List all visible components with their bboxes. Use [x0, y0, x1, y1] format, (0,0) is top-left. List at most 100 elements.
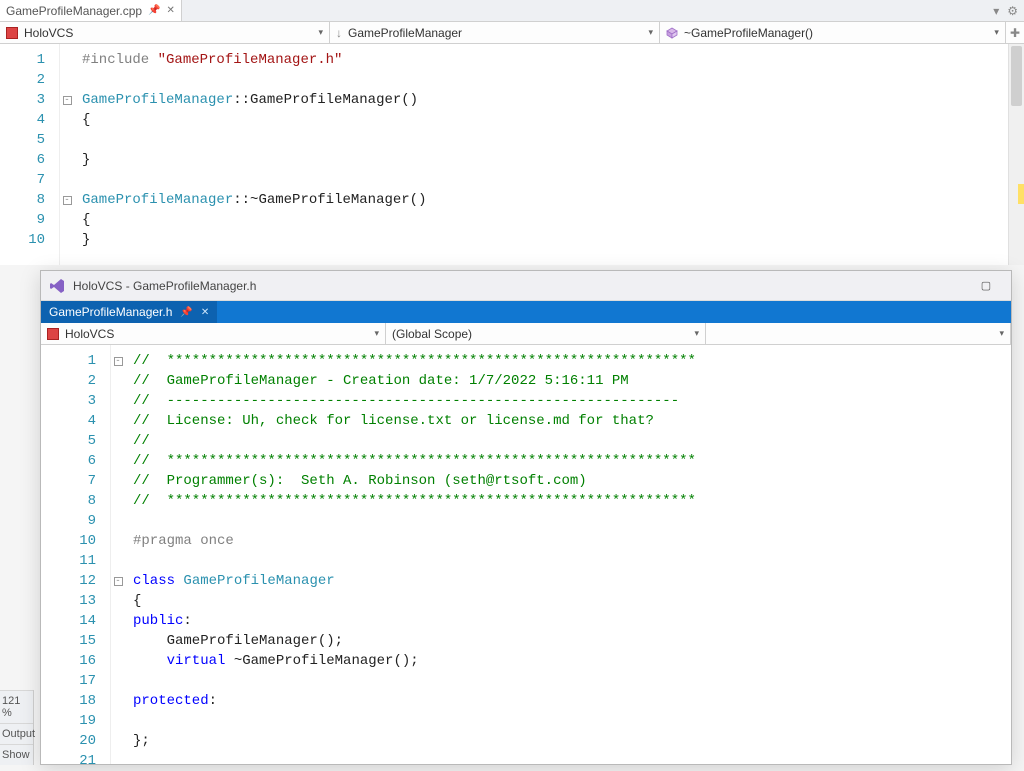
split-icon[interactable]: ✚ [1006, 26, 1024, 40]
nav-project-label: HoloVCS [65, 327, 114, 341]
nav-member-combo[interactable]: ~GameProfileManager() ▾ [660, 22, 1006, 43]
line-number: 2 [0, 70, 59, 90]
line-number: 21 [41, 751, 110, 771]
chevron-down-icon: ▾ [999, 328, 1004, 339]
line-number: 10 [41, 531, 110, 551]
editor-pane-cpp: GameProfileManager.cpp 📌 ✕ ▾ ⚙ HoloVCS ▾… [0, 0, 1024, 265]
output-tab[interactable]: Output [0, 723, 33, 744]
title-bar[interactable]: HoloVCS - GameProfileManager.h ▢ [41, 271, 1011, 301]
line-number: 15 [41, 631, 110, 651]
code-line[interactable] [133, 671, 1011, 691]
code-line[interactable]: }; [133, 731, 1011, 751]
tab-label: GameProfileManager.h [49, 305, 172, 319]
code-lines[interactable]: #include "GameProfileManager.h" GameProfi… [74, 44, 1008, 265]
pin-icon[interactable]: 📌 [180, 307, 192, 318]
collapse-toggle-icon[interactable]: - [114, 577, 123, 586]
line-number: 17 [41, 671, 110, 691]
code-line[interactable]: protected: [133, 691, 1011, 711]
project-icon [47, 328, 59, 340]
code-line[interactable]: virtual ~GameProfileManager(); [133, 651, 1011, 671]
line-number: 13 [41, 591, 110, 611]
line-number: 4 [0, 110, 59, 130]
chevron-down-icon: ▾ [318, 27, 323, 38]
code-line[interactable]: class GameProfileManager [133, 571, 1011, 591]
code-line[interactable]: { [133, 591, 1011, 611]
vertical-scrollbar[interactable] [1008, 44, 1024, 265]
code-line[interactable]: { [82, 110, 1008, 130]
chevron-down-icon: ▾ [694, 328, 699, 339]
nav-project-combo[interactable]: HoloVCS ▾ [41, 323, 386, 344]
line-number: 6 [41, 451, 110, 471]
line-number: 7 [41, 471, 110, 491]
line-number: 14 [41, 611, 110, 631]
code-line[interactable]: // *************************************… [133, 491, 1011, 511]
nav-member-label: ~GameProfileManager() [684, 26, 813, 40]
code-line[interactable]: // -------------------------------------… [133, 391, 1011, 411]
line-number: 18 [41, 691, 110, 711]
show-tab[interactable]: Show [0, 744, 33, 765]
collapse-toggle-icon[interactable]: - [63, 196, 72, 205]
code-line[interactable]: // [133, 431, 1011, 451]
line-number: 5 [0, 130, 59, 150]
outline-margin[interactable]: -- [111, 345, 125, 764]
nav-class-label: GameProfileManager [348, 26, 462, 40]
line-number: 8 [41, 491, 110, 511]
line-number: 1 [41, 351, 110, 371]
code-line[interactable]: } [82, 230, 1008, 250]
line-number: 1 [0, 50, 59, 70]
code-body-header: 123456789101112131415161718192021 -- // … [41, 345, 1011, 764]
line-number: 3 [41, 391, 110, 411]
bottom-side-panel: 121 % Output Show [0, 690, 34, 765]
line-number: 9 [41, 511, 110, 531]
code-line[interactable]: public: [133, 611, 1011, 631]
code-line[interactable] [133, 751, 1011, 771]
code-line[interactable] [133, 711, 1011, 731]
cube-icon [666, 27, 678, 39]
dropdown-icon[interactable]: ▾ [993, 4, 999, 18]
code-line[interactable] [133, 551, 1011, 571]
outline-margin[interactable]: -- [60, 44, 74, 265]
code-line[interactable]: // *************************************… [133, 351, 1011, 371]
code-line[interactable] [82, 70, 1008, 90]
code-line[interactable]: // License: Uh, check for license.txt or… [133, 411, 1011, 431]
close-icon[interactable]: ✕ [201, 307, 209, 318]
nav-class-combo[interactable]: ↓ GameProfileManager ▾ [330, 22, 660, 43]
tab-header[interactable]: GameProfileManager.h 📌 ✕ [41, 301, 217, 323]
change-marker [1018, 184, 1024, 204]
nav-member-combo-empty[interactable]: ▾ [706, 323, 1011, 344]
code-lines[interactable]: // *************************************… [125, 345, 1011, 764]
maximize-button[interactable]: ▢ [969, 279, 1003, 292]
code-line[interactable]: GameProfileManager(); [133, 631, 1011, 651]
collapse-toggle-icon[interactable]: - [114, 357, 123, 366]
code-line[interactable]: // GameProfileManager - Creation date: 1… [133, 371, 1011, 391]
close-icon[interactable]: ✕ [167, 5, 175, 16]
nav-project-combo[interactable]: HoloVCS ▾ [0, 22, 330, 43]
line-number: 11 [41, 551, 110, 571]
scrollbar-thumb[interactable] [1011, 46, 1022, 106]
code-line[interactable] [133, 511, 1011, 531]
floating-window-header: HoloVCS - GameProfileManager.h ▢ GamePro… [40, 270, 1012, 765]
code-line[interactable]: #include "GameProfileManager.h" [82, 50, 1008, 70]
nav-project-label: HoloVCS [24, 26, 73, 40]
tab-cpp[interactable]: GameProfileManager.cpp 📌 ✕ [0, 0, 182, 21]
line-number: 19 [41, 711, 110, 731]
line-number: 10 [0, 230, 59, 250]
line-number: 3 [0, 90, 59, 110]
pin-icon[interactable]: 📌 [148, 5, 160, 16]
line-number: 20 [41, 731, 110, 751]
code-line[interactable]: GameProfileManager::~GameProfileManager(… [82, 190, 1008, 210]
code-line[interactable] [82, 130, 1008, 150]
tab-bar-sub: GameProfileManager.h 📌 ✕ [41, 301, 1011, 323]
code-line[interactable]: { [82, 210, 1008, 230]
collapse-toggle-icon[interactable]: - [63, 96, 72, 105]
nav-scope-combo[interactable]: (Global Scope) ▾ [386, 323, 706, 344]
code-line[interactable]: // Programmer(s): Seth A. Robinson (seth… [133, 471, 1011, 491]
tab-bar-top: GameProfileManager.cpp 📌 ✕ ▾ ⚙ [0, 0, 1024, 22]
code-line[interactable]: #pragma once [133, 531, 1011, 551]
code-line[interactable]: // *************************************… [133, 451, 1011, 471]
code-line[interactable] [82, 170, 1008, 190]
code-line[interactable]: GameProfileManager::GameProfileManager() [82, 90, 1008, 110]
gear-icon[interactable]: ⚙ [1007, 4, 1018, 18]
zoom-level[interactable]: 121 % [0, 690, 33, 723]
code-line[interactable]: } [82, 150, 1008, 170]
